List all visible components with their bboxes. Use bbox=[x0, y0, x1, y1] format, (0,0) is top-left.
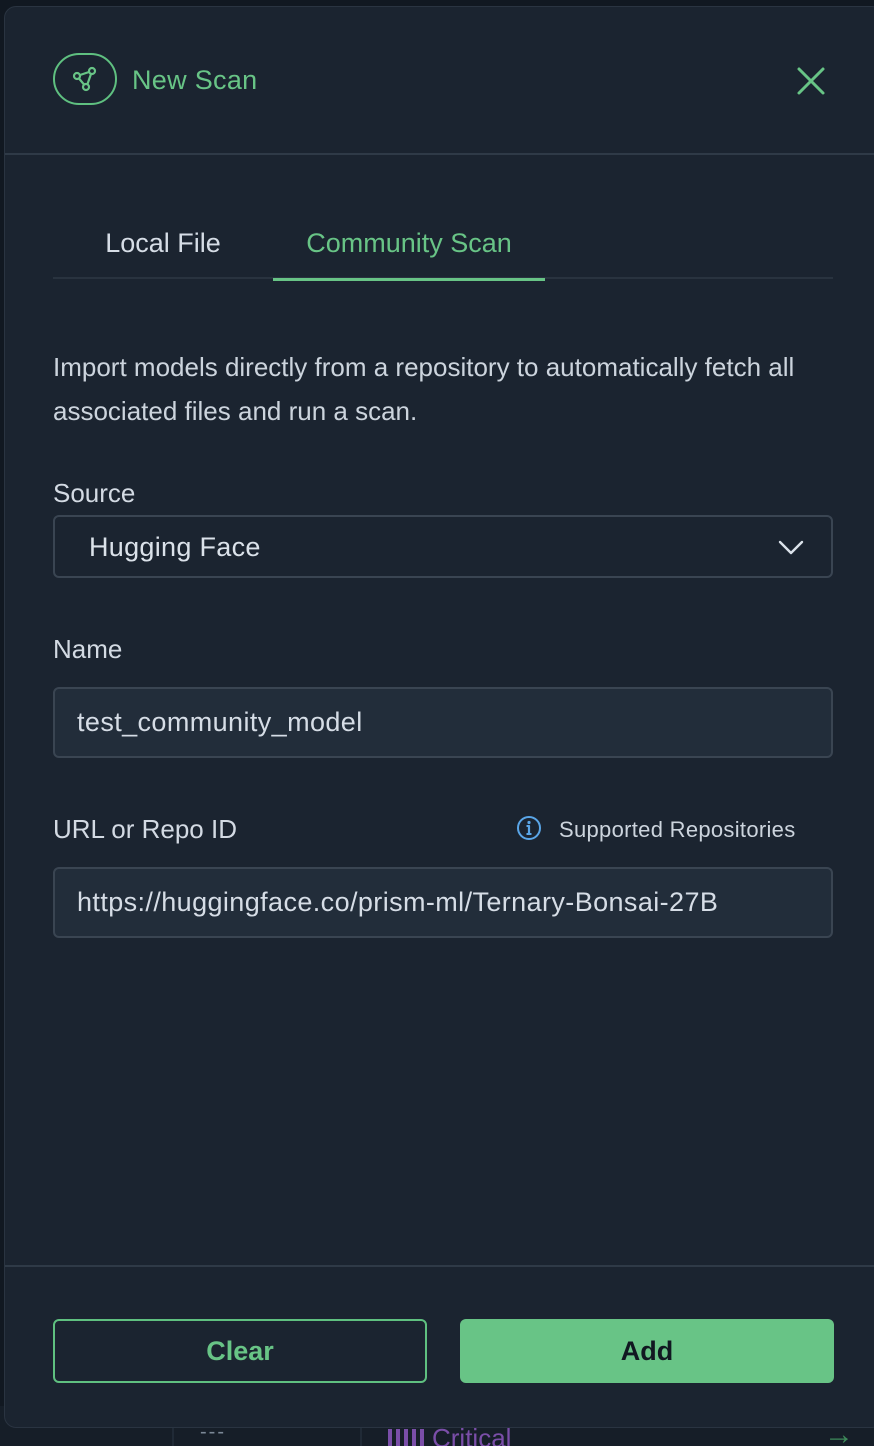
clear-button[interactable]: Clear bbox=[53, 1319, 427, 1383]
source-select[interactable]: Hugging Face bbox=[53, 515, 833, 578]
supported-repositories-link[interactable]: Supported Repositories bbox=[515, 815, 796, 845]
name-label: Name bbox=[53, 634, 123, 664]
tab-community-scan[interactable]: Community Scan bbox=[273, 219, 545, 281]
url-label: URL or Repo ID bbox=[53, 814, 237, 844]
scan-type-tabs: Local File Community Scan bbox=[53, 219, 833, 281]
modal-header: New Scan bbox=[5, 7, 874, 155]
modal-title: New Scan bbox=[132, 65, 258, 95]
new-scan-modal: New Scan Local File Community Scan Impor… bbox=[4, 6, 874, 1428]
name-input[interactable] bbox=[53, 687, 833, 758]
url-input[interactable] bbox=[53, 867, 833, 938]
source-label: Source bbox=[53, 478, 136, 508]
scan-graph-icon bbox=[53, 53, 117, 105]
chevron-down-icon bbox=[777, 537, 805, 562]
source-selected-value: Hugging Face bbox=[89, 532, 261, 562]
info-icon bbox=[515, 814, 543, 847]
close-icon[interactable] bbox=[791, 61, 831, 101]
add-button[interactable]: Add bbox=[460, 1319, 834, 1383]
supported-repositories-label: Supported Repositories bbox=[559, 817, 796, 842]
community-scan-description: Import models directly from a repository… bbox=[53, 352, 795, 426]
tab-local-file[interactable]: Local File bbox=[53, 219, 273, 279]
severity-bars-icon bbox=[388, 1428, 424, 1446]
modal-footer: Clear Add bbox=[5, 1265, 874, 1429]
